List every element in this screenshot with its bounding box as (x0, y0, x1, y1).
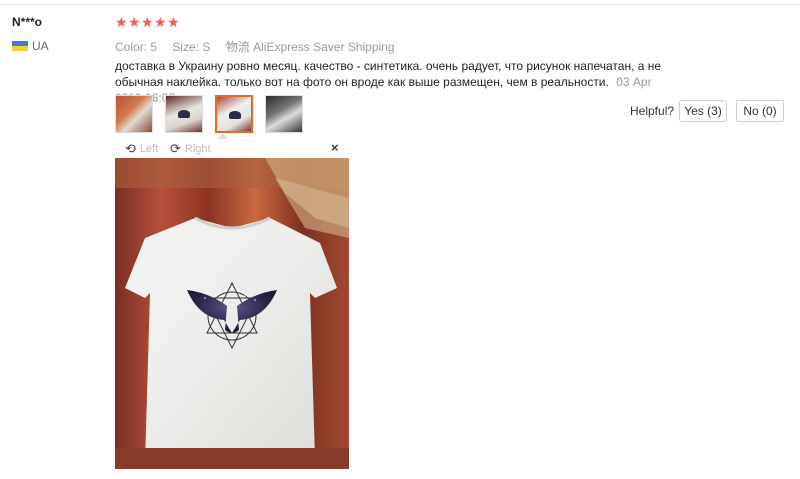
photo-viewer-toolbar: ⟲ Left ⟳ Right × (115, 140, 349, 158)
rotate-right-icon: ⟳ (170, 141, 181, 156)
close-icon[interactable]: × (331, 140, 339, 155)
photo-thumbnail[interactable] (165, 95, 203, 133)
star-icon: ★ (154, 14, 167, 30)
selected-thumbnail-caret (218, 133, 228, 139)
review-photo-large (115, 158, 349, 469)
helpful-no-button[interactable]: No (0) (736, 100, 784, 122)
color-label: Color: (115, 40, 148, 54)
star-icon: ★ (141, 14, 154, 30)
color-value: 5 (150, 40, 158, 54)
top-divider (0, 4, 800, 5)
tshirt-photo (115, 158, 349, 469)
rotate-left-icon: ⟲ (125, 141, 136, 156)
photo-thumbnail[interactable] (265, 95, 303, 133)
helpful-label: Helpful? (630, 104, 675, 118)
photo-thumbnail-selected[interactable] (215, 95, 253, 133)
rotate-right-control[interactable]: ⟳ Right (170, 141, 211, 157)
helpful-yes-button[interactable]: Yes (3) (679, 100, 727, 122)
star-icon: ★ (115, 14, 128, 30)
size-label: Size: (172, 40, 200, 54)
review-photo-thumbnails (115, 95, 315, 133)
star-icon: ★ (128, 14, 141, 30)
photo-thumbnail[interactable] (115, 95, 153, 133)
country-code: UA (32, 39, 49, 53)
shipping-method: 物流 AliExpress Saver Shipping (225, 40, 395, 54)
size-value: S (202, 40, 211, 54)
reviewer-name: N***o (12, 15, 43, 29)
order-meta: Color: 5 Size: S 物流 AliExpress Saver Shi… (115, 38, 395, 55)
star-rating: ★ ★ ★ ★ ★ (115, 14, 180, 30)
star-icon: ★ (167, 14, 180, 30)
rotate-left-control[interactable]: ⟲ Left (125, 141, 158, 157)
reviewer-country: UA (12, 39, 49, 53)
rotate-right-label: Right (184, 143, 211, 155)
review-text: доставка в Украину ровно месяц. качество… (115, 59, 662, 89)
rotate-left-label: Left (139, 143, 159, 155)
ukraine-flag-icon (12, 41, 28, 51)
